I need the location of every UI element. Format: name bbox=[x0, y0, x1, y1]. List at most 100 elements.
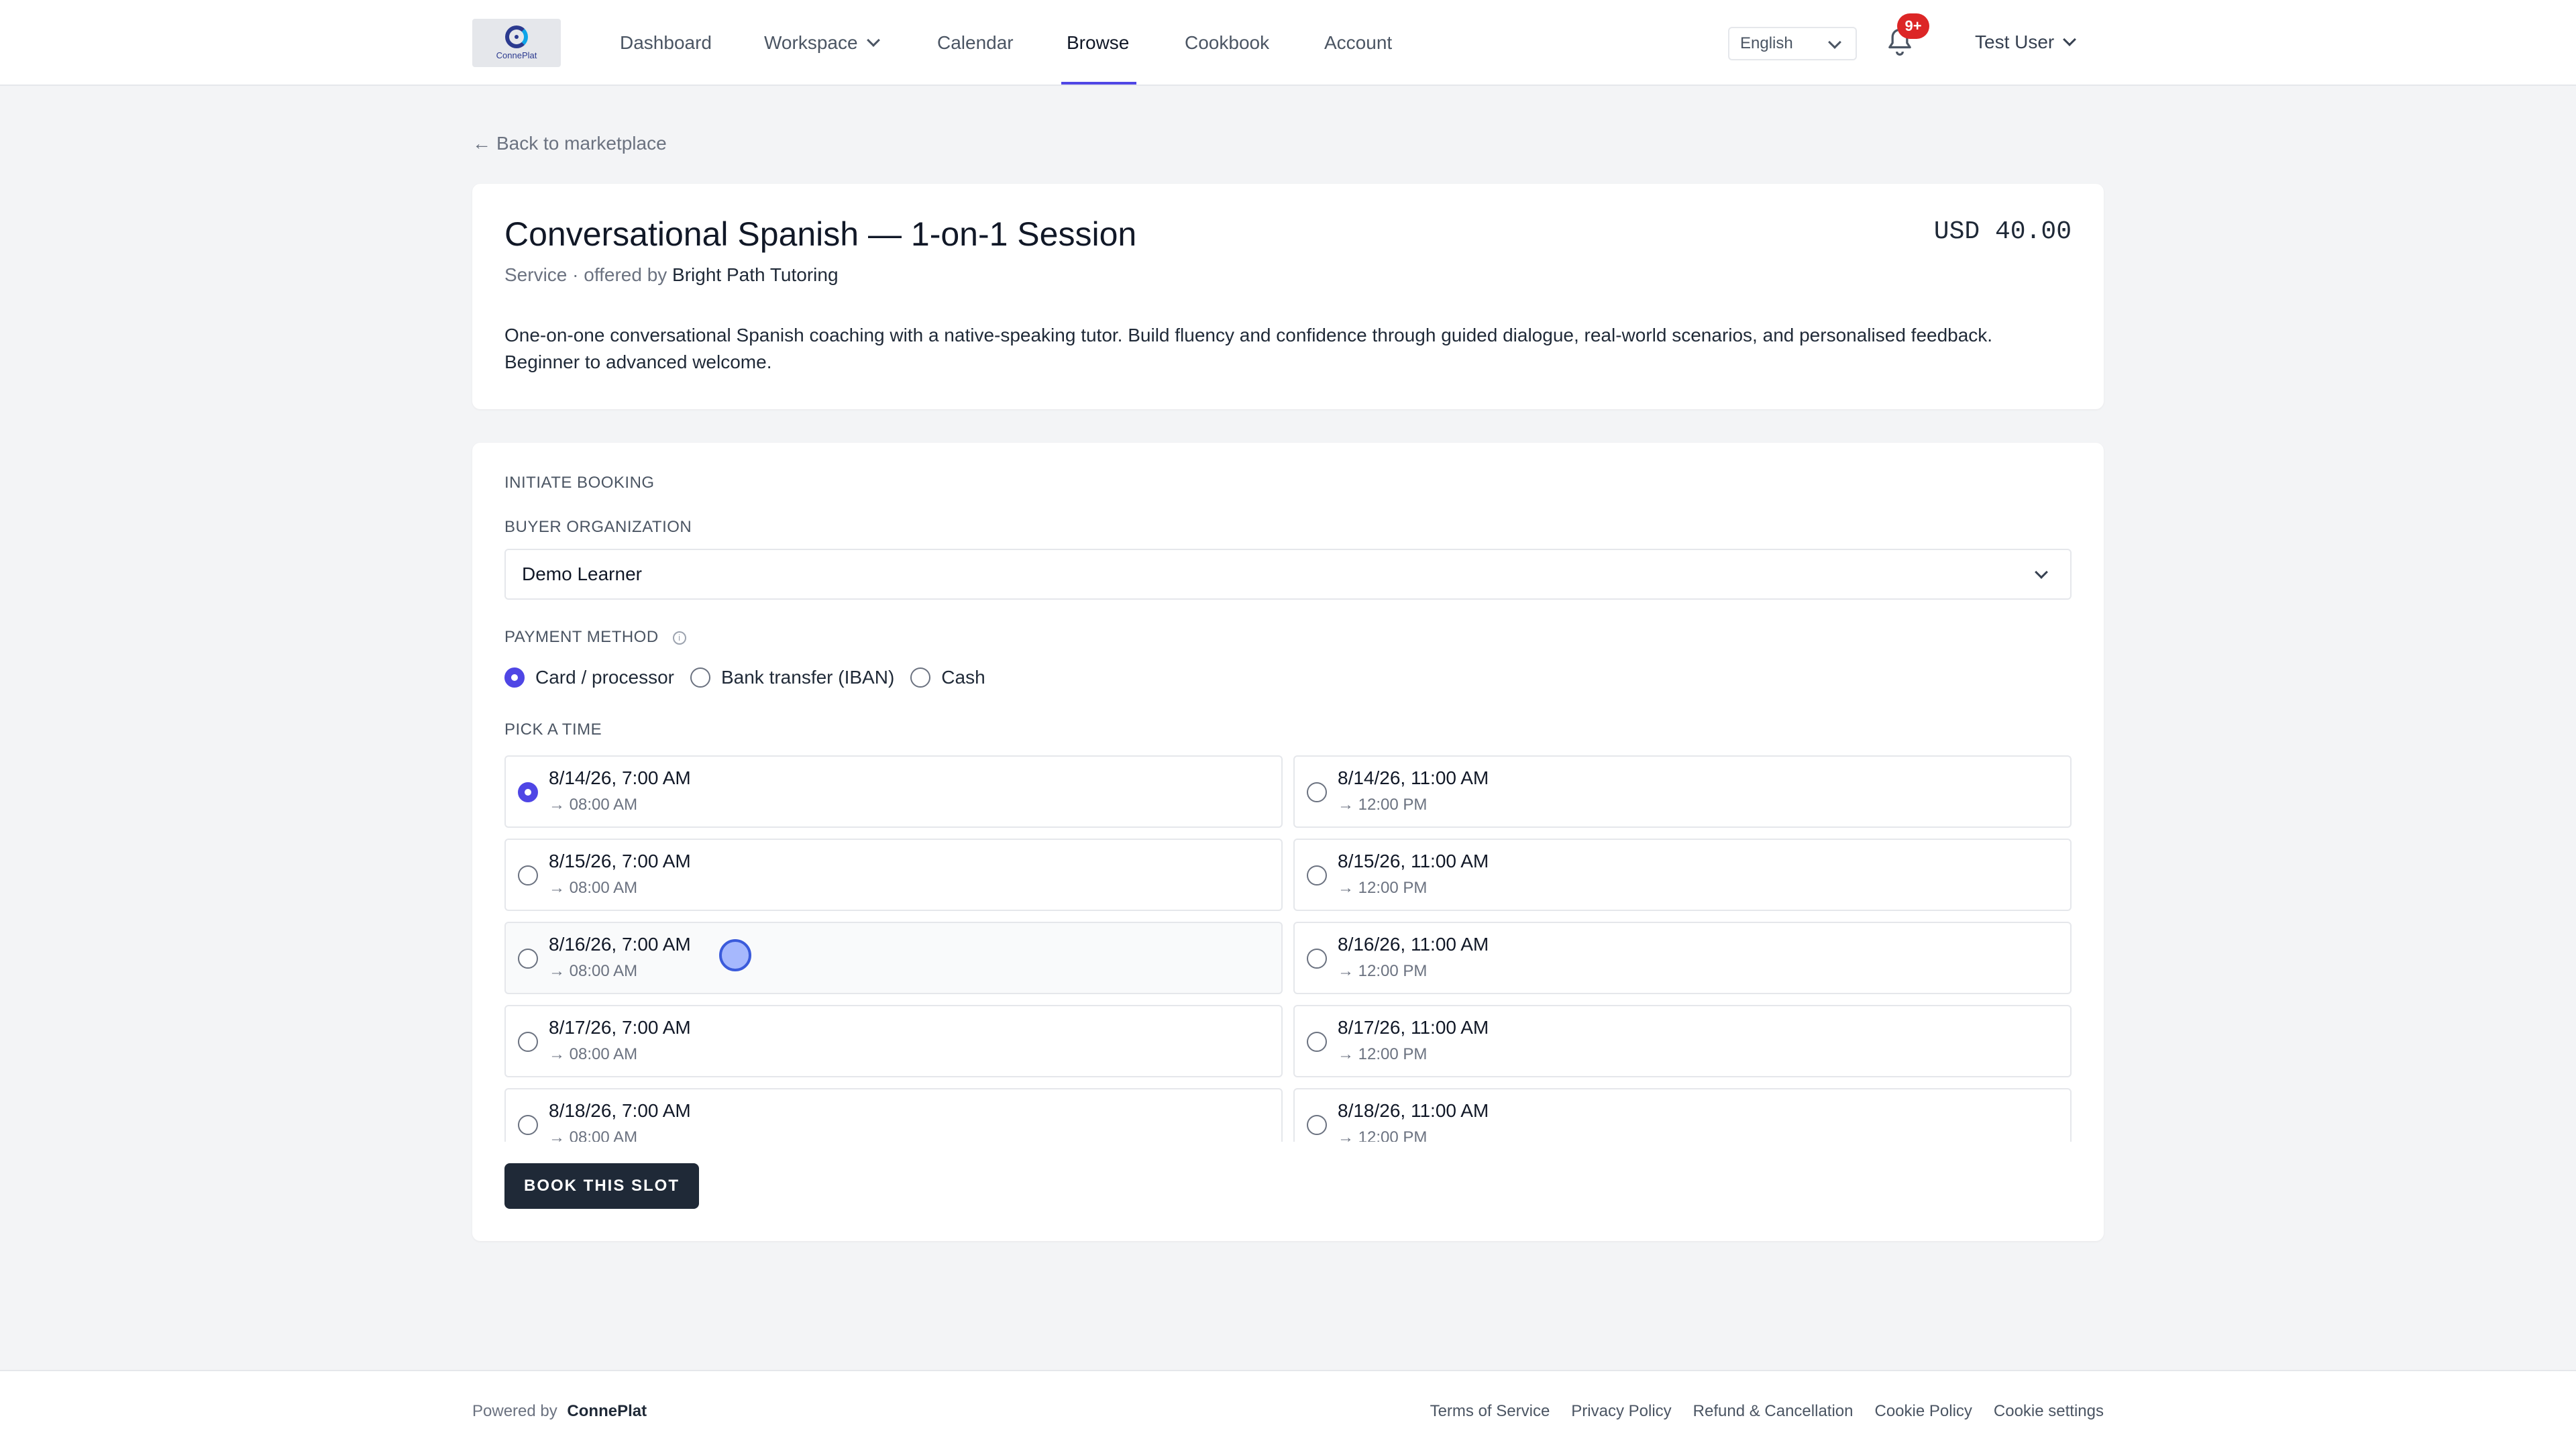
book-this-slot-button[interactable]: BOOK THIS SLOT bbox=[504, 1163, 699, 1209]
booking-section-title: INITIATE BOOKING bbox=[504, 474, 655, 492]
buyer-organization-select[interactable]: Demo Learner bbox=[504, 549, 2072, 600]
listing-type-label: Service · offered by bbox=[504, 264, 667, 285]
time-slot-option[interactable]: 8/15/26, 7:00 AM → 08:00 AM bbox=[504, 839, 1283, 911]
slot-end-time: → 08:00 AM bbox=[549, 962, 638, 980]
time-slot-option[interactable]: 8/14/26, 11:00 AM → 12:00 PM bbox=[1293, 755, 2072, 828]
notification-badge: 9+ bbox=[1897, 13, 1929, 39]
buyer-organization-value: Demo Learner bbox=[522, 564, 642, 584]
time-slot-option[interactable]: 8/16/26, 11:00 AM → 12:00 PM bbox=[1293, 922, 2072, 994]
slot-end-time: → 08:00 AM bbox=[549, 1045, 638, 1063]
slot-end-time: → 12:00 PM bbox=[1338, 879, 1428, 897]
booking-card: INITIATE BOOKING BUYER ORGANIZATION Demo… bbox=[472, 443, 2104, 1241]
chevron-down-icon bbox=[866, 34, 880, 47]
time-slot-option[interactable]: 8/17/26, 11:00 AM → 12:00 PM bbox=[1293, 1005, 2072, 1077]
logo-mark-icon bbox=[505, 25, 528, 48]
payment-method-label: PAYMENT METHOD i bbox=[504, 628, 686, 647]
slot-start-time: 8/17/26, 7:00 AM bbox=[549, 1017, 691, 1038]
language-value: English bbox=[1740, 34, 1793, 52]
mouse-cursor-indicator bbox=[719, 939, 751, 971]
active-nav-indicator bbox=[1061, 82, 1136, 85]
payment-option-label: Cash bbox=[941, 667, 985, 688]
powered-by: Powered by ConnePlat bbox=[472, 1402, 647, 1421]
radio-button[interactable] bbox=[1307, 782, 1327, 802]
radio-button[interactable] bbox=[518, 782, 538, 802]
pick-a-time-label: PICK A TIME bbox=[504, 720, 602, 739]
slot-end-time: → 12:00 PM bbox=[1338, 796, 1428, 814]
radio-button[interactable] bbox=[1307, 1115, 1327, 1135]
powered-by-brand[interactable]: ConnePlat bbox=[567, 1402, 647, 1420]
listing-title: Conversational Spanish — 1-on-1 Session bbox=[504, 215, 1137, 253]
slot-start-time: 8/14/26, 11:00 AM bbox=[1338, 767, 1489, 788]
payment-method-label-text: PAYMENT METHOD bbox=[504, 628, 659, 646]
user-menu[interactable]: Test User bbox=[1975, 25, 2077, 59]
nav-browse[interactable]: Browse bbox=[1067, 0, 1129, 86]
slot-start-time: 8/14/26, 7:00 AM bbox=[549, 767, 691, 788]
listing-description: One-on-one conversational Spanish coachi… bbox=[504, 325, 1993, 372]
back-link-label: Back to marketplace bbox=[496, 133, 667, 154]
nav-calendar[interactable]: Calendar bbox=[937, 0, 1014, 86]
radio-button[interactable] bbox=[1307, 1032, 1327, 1052]
radio-button[interactable] bbox=[1307, 949, 1327, 969]
slot-end-time: → 12:00 PM bbox=[1338, 1128, 1428, 1142]
footer-links: Terms of Service Privacy Policy Refund &… bbox=[1409, 1402, 2104, 1421]
slot-start-time: 8/18/26, 7:00 AM bbox=[549, 1100, 691, 1121]
arrow-left-icon: ← bbox=[472, 133, 491, 154]
footer-link-cookie-settings[interactable]: Cookie settings bbox=[1994, 1402, 2104, 1421]
radio-button[interactable] bbox=[518, 865, 538, 885]
time-slot-option[interactable]: 8/18/26, 11:00 AM → 12:00 PM bbox=[1293, 1088, 2072, 1142]
logo-text: ConnePlat bbox=[496, 50, 537, 60]
radio-button[interactable] bbox=[1307, 865, 1327, 885]
slot-start-time: 8/17/26, 11:00 AM bbox=[1338, 1017, 1489, 1038]
time-slot-option[interactable]: 8/18/26, 7:00 AM → 08:00 AM bbox=[504, 1088, 1283, 1142]
back-to-marketplace-link[interactable]: ← Back to marketplace bbox=[472, 133, 667, 154]
info-icon[interactable]: i bbox=[672, 631, 686, 645]
listing-subtitle: Service · offered by Bright Path Tutorin… bbox=[504, 264, 839, 286]
slot-end-time: → 12:00 PM bbox=[1338, 1045, 1428, 1063]
listing-price: USD 40.00 bbox=[1933, 217, 2072, 246]
slot-start-time: 8/16/26, 11:00 AM bbox=[1338, 934, 1489, 955]
time-slot-option[interactable]: 8/14/26, 7:00 AM → 08:00 AM bbox=[504, 755, 1283, 828]
nav-workspace[interactable]: Workspace bbox=[764, 0, 880, 86]
powered-by-label: Powered by bbox=[472, 1402, 557, 1420]
radio-button[interactable] bbox=[910, 667, 931, 688]
listing-details-card: Conversational Spanish — 1-on-1 Session … bbox=[472, 184, 2104, 409]
footer-link-privacy[interactable]: Privacy Policy bbox=[1571, 1402, 1671, 1421]
nav-cookbook[interactable]: Cookbook bbox=[1185, 0, 1269, 86]
footer-link-terms[interactable]: Terms of Service bbox=[1430, 1402, 1550, 1421]
nav-workspace-label: Workspace bbox=[764, 32, 858, 53]
nav-dashboard[interactable]: Dashboard bbox=[620, 0, 712, 86]
page-footer: Powered by ConnePlat Terms of Service Pr… bbox=[0, 1370, 2576, 1449]
payment-option-label: Bank transfer (IBAN) bbox=[720, 667, 895, 688]
radio-button[interactable] bbox=[690, 667, 710, 688]
radio-button[interactable] bbox=[518, 1032, 538, 1052]
radio-button[interactable] bbox=[518, 1115, 538, 1135]
slot-end-time: → 08:00 AM bbox=[549, 879, 638, 897]
slot-start-time: 8/16/26, 7:00 AM bbox=[549, 934, 691, 955]
nav-account[interactable]: Account bbox=[1324, 0, 1392, 86]
app-logo[interactable]: ConnePlat bbox=[472, 19, 561, 67]
time-slot-option[interactable]: 8/16/26, 7:00 AM → 08:00 AM bbox=[504, 922, 1283, 994]
chevron-down-icon bbox=[2035, 566, 2048, 579]
slot-start-time: 8/18/26, 11:00 AM bbox=[1338, 1100, 1489, 1121]
slot-start-time: 8/15/26, 7:00 AM bbox=[549, 851, 691, 871]
top-navigation-bar: ConnePlat Dashboard Workspace Calendar B… bbox=[0, 0, 2576, 86]
payment-option-bank-transfer[interactable]: Bank transfer (IBAN) bbox=[690, 667, 894, 688]
language-select[interactable]: English bbox=[1728, 27, 1857, 60]
footer-link-refund[interactable]: Refund & Cancellation bbox=[1693, 1402, 1854, 1421]
slot-end-time: → 08:00 AM bbox=[549, 796, 638, 814]
chevron-down-icon bbox=[1828, 36, 1841, 49]
slot-end-time: → 12:00 PM bbox=[1338, 962, 1428, 980]
time-slot-option[interactable]: 8/17/26, 7:00 AM → 08:00 AM bbox=[504, 1005, 1283, 1077]
slot-start-time: 8/15/26, 11:00 AM bbox=[1338, 851, 1489, 871]
time-slot-option[interactable]: 8/15/26, 11:00 AM → 12:00 PM bbox=[1293, 839, 2072, 911]
radio-button[interactable] bbox=[518, 949, 538, 969]
radio-button[interactable] bbox=[504, 667, 525, 688]
footer-link-cookie-policy[interactable]: Cookie Policy bbox=[1875, 1402, 1972, 1421]
slot-end-time: → 08:00 AM bbox=[549, 1128, 638, 1142]
payment-option-cash[interactable]: Cash bbox=[910, 667, 985, 688]
chevron-down-icon bbox=[2063, 33, 2077, 46]
payment-option-card[interactable]: Card / processor bbox=[504, 667, 674, 688]
user-name: Test User bbox=[1975, 32, 2055, 52]
payment-method-options: Card / processor Bank transfer (IBAN) Ca… bbox=[504, 664, 1002, 691]
buyer-organization-label: BUYER ORGANIZATION bbox=[504, 518, 692, 536]
